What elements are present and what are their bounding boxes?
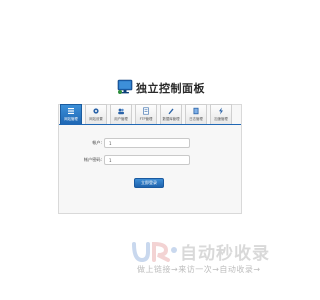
tab-database-management[interactable]: 数据库管理 xyxy=(160,104,182,124)
tab-ftp-management[interactable]: FTP管理 xyxy=(135,104,157,124)
tab-log-management[interactable]: 日志管理 xyxy=(185,104,207,124)
tab-label: 网站管理 xyxy=(64,117,78,121)
tab-label: 数据库管理 xyxy=(162,117,180,121)
gear-icon xyxy=(93,108,99,114)
tab-label: FTP管理 xyxy=(139,117,153,121)
account-label: 帐户: xyxy=(92,140,102,145)
tab-label: 加速管理 xyxy=(214,117,228,121)
watermark-title: 自动秒收录 xyxy=(180,244,270,264)
users-icon xyxy=(118,108,124,115)
account-field[interactable] xyxy=(104,138,190,148)
login-button[interactable]: 立即登录 xyxy=(134,178,164,188)
tab-acceleration-management[interactable]: 加速管理 xyxy=(210,104,232,124)
lightning-icon xyxy=(219,107,223,115)
monitor-logo-icon xyxy=(117,79,133,94)
password-field[interactable] xyxy=(104,155,190,165)
book-icon xyxy=(193,107,199,115)
password-label: 帐户密码: xyxy=(83,157,102,162)
document-icon xyxy=(143,107,149,115)
watermark: 自动秒收录 做上链接→来访一次→自动收录→ xyxy=(128,238,278,278)
tab-label: 用户管理 xyxy=(114,117,128,121)
tab-label: 网站设置 xyxy=(89,117,103,121)
tab-underline xyxy=(59,124,241,125)
watermark-logo-icon xyxy=(132,241,177,263)
tab-user-management[interactable]: 用户管理 xyxy=(110,104,132,124)
tab-label: 日志管理 xyxy=(189,117,203,121)
tab-bar: 网站管理 网站设置 用户管理 FTP管理 数据库管理 日志管理 加速管理 xyxy=(59,104,241,125)
tab-site-management[interactable]: 网站管理 xyxy=(60,104,82,124)
list-icon xyxy=(68,108,74,114)
tab-site-settings[interactable]: 网站设置 xyxy=(85,104,107,124)
watermark-slogan: 做上链接→来访一次→自动收录→ xyxy=(137,265,261,274)
brand-title: 独立控制面板 xyxy=(136,82,205,95)
pen-icon xyxy=(168,108,174,115)
